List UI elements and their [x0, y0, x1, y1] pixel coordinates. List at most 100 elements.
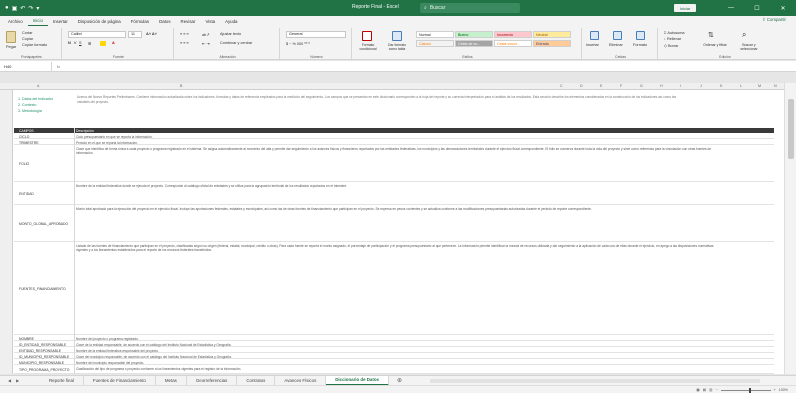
tab-datos[interactable]: Datos [154, 16, 175, 26]
column-header-l[interactable]: L [740, 84, 742, 88]
column-header-g[interactable]: G [640, 84, 643, 88]
insert-button[interactable]: Insertar [586, 43, 599, 47]
zoom-in-icon[interactable]: + [774, 388, 776, 392]
table-row[interactable]: ID_ENTIDAD_RESPONSABLE Clave de la entida… [14, 342, 774, 347]
field-name-cell[interactable]: CICLO [19, 135, 81, 139]
number-format-select[interactable]: General [286, 31, 346, 38]
horizontal-scrollbar[interactable] [430, 379, 760, 383]
column-header-d[interactable]: D [580, 84, 583, 88]
format-table-icon[interactable] [392, 31, 402, 41]
table-row[interactable]: MONTO_GLOBAL_APROBADO Monto total aprobad… [14, 206, 774, 242]
clear-button[interactable]: ◇ Borrar [664, 43, 679, 48]
format-painter-button[interactable]: Copiar formato [22, 43, 47, 47]
sort-filter-button[interactable]: Ordenar y filtrar [702, 43, 728, 47]
vertical-scroll-thumb[interactable] [788, 99, 794, 159]
indent-icon[interactable]: ⇤ ⇥ [202, 41, 209, 46]
font-color-icon[interactable]: A [112, 41, 115, 45]
normal-view-icon[interactable]: ▦ [696, 388, 699, 392]
column-header-k[interactable]: K [720, 84, 722, 88]
fill-color-icon[interactable] [100, 41, 106, 46]
table-row[interactable]: CICLO Ciclo presupuestario en que se repo… [14, 134, 774, 139]
next-sheet-icon[interactable]: ▶ [16, 378, 19, 383]
style-linked-cell[interactable]: Celda vincul... [494, 40, 532, 47]
table-row[interactable]: ENTIDAD_RESPONSABLE Nombre de la entidad … [14, 348, 774, 353]
italic-icon[interactable]: K [74, 41, 77, 45]
column-header-h[interactable]: H [660, 84, 663, 88]
style-calculation[interactable]: Cálculo [416, 40, 454, 47]
sheet-tab-georreferencias[interactable]: Georreferencias [187, 375, 238, 386]
align-top-icon[interactable]: ≡ ≡ ≡ [180, 32, 189, 36]
fill-button[interactable]: ↓ Rellenar [664, 37, 681, 41]
wrap-text-button[interactable]: Ajustar texto [220, 32, 241, 36]
zoom-slider[interactable] [720, 387, 771, 393]
delete-button[interactable]: Eliminar [609, 43, 623, 47]
formula-input[interactable] [82, 62, 796, 71]
column-header-e[interactable]: E [600, 84, 602, 88]
column-header-b[interactable]: B [180, 84, 182, 88]
zoom-level[interactable]: 100% [779, 388, 788, 392]
tab-revisar[interactable]: Revisar [176, 16, 201, 26]
worksheet-grid[interactable]: 1. Datos del Indicador 2. Contexto 3. Me… [0, 90, 784, 374]
sheet-tab-reporte-final[interactable]: Reporte final [40, 375, 84, 386]
table-row[interactable]: FOLIO Clave que identifica de forma única… [14, 146, 774, 182]
prev-sheet-icon[interactable]: ◀ [8, 378, 11, 383]
column-header-c[interactable]: C [560, 84, 563, 88]
autosave-icon[interactable]: ● [5, 5, 9, 11]
table-row[interactable]: FUENTES_FINANCIAMIENTO Listado de las fue… [14, 243, 774, 335]
tab-inicio[interactable]: Inicio [27, 16, 48, 26]
undo-icon[interactable]: ↶ [20, 5, 25, 12]
format-cells-icon[interactable] [636, 31, 645, 40]
cut-button[interactable]: Cortar [22, 31, 33, 35]
underline-icon[interactable]: S [79, 41, 82, 45]
maximize-button[interactable]: ☐ [744, 0, 770, 16]
close-button[interactable]: ✕ [770, 0, 796, 16]
minimize-button[interactable]: — [718, 0, 744, 16]
tab-ayuda[interactable]: Ayuda [220, 16, 242, 26]
orientation-icon[interactable]: ab↗ [202, 32, 209, 37]
find-select-button[interactable]: Buscar y seleccionar [734, 43, 764, 51]
currency-icon[interactable]: $ ~ % 000 ⁰⁰ ⁰ [286, 41, 310, 46]
field-name-cell[interactable]: FOLIO [19, 162, 81, 166]
column-header-j[interactable]: J [700, 84, 702, 88]
sheet-tab-metas[interactable]: Metas [156, 375, 187, 386]
style-check-cell[interactable]: Celda de co... [455, 40, 493, 47]
format-table-button[interactable]: Dar formato como tabla [384, 43, 410, 51]
column-header-n[interactable]: N [774, 84, 777, 88]
field-name-cell[interactable]: NOMBRE [19, 337, 81, 341]
align-left-icon[interactable]: ≡ ≡ ≡ [180, 41, 189, 45]
add-sheet-icon[interactable]: ⊕ [389, 377, 402, 384]
field-name-cell[interactable]: ID_ENTIDAD_RESPONSABLE [19, 343, 81, 347]
zoom-slider-knob[interactable] [748, 387, 751, 393]
zoom-out-icon[interactable]: − [716, 388, 718, 392]
grow-font-icon[interactable]: A˄ A˅ [146, 32, 157, 36]
save-icon[interactable]: ▣ [12, 5, 18, 12]
merge-center-button[interactable]: Combinar y centrar [220, 41, 252, 45]
tab-insertar[interactable]: Insertar [48, 16, 73, 26]
tab-formulas[interactable]: Fórmulas [126, 16, 154, 26]
column-header-f[interactable]: F [620, 84, 622, 88]
field-description-cell[interactable]: Nombre de la entidad federativa donde se… [76, 184, 726, 206]
style-normal[interactable]: Normal [416, 31, 454, 38]
table-row[interactable]: MUNICIPIO_RESPONSABLE Nombre del municipi… [14, 360, 774, 365]
sheet-tab-diccionario[interactable]: Diccionario de Datos [326, 375, 389, 386]
table-row[interactable]: NOMBRE Nombre del proyecto o programa reg… [14, 336, 774, 341]
conditional-format-button[interactable]: Formato condicional [356, 43, 380, 51]
paste-icon[interactable] [6, 31, 16, 43]
field-name-cell[interactable]: ID_MUNICIPIO_RESPONSABLE [19, 355, 81, 359]
sheet-tab-fuentes[interactable]: Fuentes de Financiamiento [84, 375, 156, 386]
redo-icon[interactable]: ↷ [28, 5, 33, 12]
share-button[interactable]: ⇪ Compartir [762, 17, 786, 23]
format-button[interactable]: Formato [633, 43, 647, 47]
field-name-cell[interactable]: FUENTES_FINANCIAMIENTO [19, 287, 81, 291]
style-good[interactable]: Bueno [455, 31, 493, 38]
fx-icon[interactable]: fx [52, 64, 82, 69]
table-row[interactable]: TIPO_PROGRAMA_PROYECTO Clasificación del … [14, 366, 774, 374]
page-break-icon[interactable]: ▥ [709, 388, 712, 392]
sheet-tab-contratos[interactable]: Contratos [237, 375, 276, 386]
field-name-cell[interactable]: MUNICIPIO_RESPONSABLE [19, 361, 81, 365]
sort-filter-icon[interactable]: ⇅ [708, 31, 714, 39]
paste-button[interactable]: Pegar [6, 45, 16, 49]
style-neutral[interactable]: Neutral [533, 31, 571, 38]
table-row[interactable]: ENTIDAD Nombre de la entidad federativa d… [14, 183, 774, 205]
style-input[interactable]: Entrada [533, 40, 571, 47]
